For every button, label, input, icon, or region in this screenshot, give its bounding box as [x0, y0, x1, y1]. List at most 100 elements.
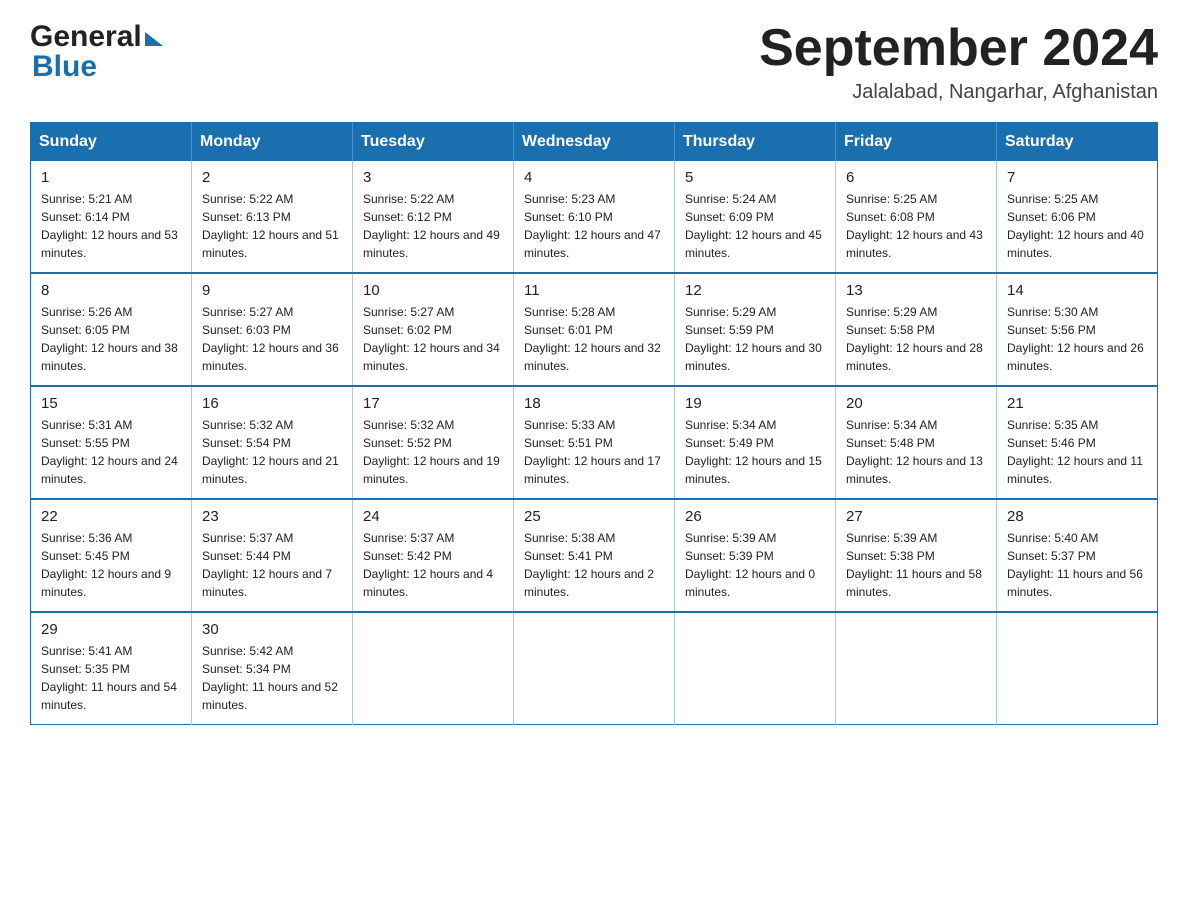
day-number: 1	[41, 169, 181, 186]
calendar-day-cell: 25 Sunrise: 5:38 AMSunset: 5:41 PMDaylig…	[514, 499, 675, 612]
weekday-header-thursday: Thursday	[675, 123, 836, 162]
calendar-week-row: 29 Sunrise: 5:41 AMSunset: 5:35 PMDaylig…	[31, 612, 1158, 725]
weekday-header-friday: Friday	[836, 123, 997, 162]
calendar-day-cell: 1 Sunrise: 5:21 AMSunset: 6:14 PMDayligh…	[31, 161, 192, 273]
calendar-day-cell	[997, 612, 1158, 725]
calendar-day-cell: 7 Sunrise: 5:25 AMSunset: 6:06 PMDayligh…	[997, 161, 1158, 273]
calendar-day-cell: 27 Sunrise: 5:39 AMSunset: 5:38 PMDaylig…	[836, 499, 997, 612]
day-info: Sunrise: 5:26 AMSunset: 6:05 PMDaylight:…	[41, 303, 181, 375]
day-number: 25	[524, 508, 664, 525]
day-number: 29	[41, 621, 181, 638]
logo: General Blue	[30, 20, 163, 84]
day-number: 24	[363, 508, 503, 525]
day-number: 19	[685, 395, 825, 412]
day-info: Sunrise: 5:34 AMSunset: 5:48 PMDaylight:…	[846, 416, 986, 488]
day-number: 8	[41, 282, 181, 299]
day-info: Sunrise: 5:30 AMSunset: 5:56 PMDaylight:…	[1007, 303, 1147, 375]
day-info: Sunrise: 5:35 AMSunset: 5:46 PMDaylight:…	[1007, 416, 1147, 488]
day-number: 16	[202, 395, 342, 412]
day-number: 7	[1007, 169, 1147, 186]
weekday-header-tuesday: Tuesday	[353, 123, 514, 162]
logo-arrow-icon	[145, 32, 163, 46]
day-info: Sunrise: 5:27 AMSunset: 6:02 PMDaylight:…	[363, 303, 503, 375]
day-info: Sunrise: 5:36 AMSunset: 5:45 PMDaylight:…	[41, 529, 181, 601]
day-number: 4	[524, 169, 664, 186]
day-number: 5	[685, 169, 825, 186]
logo-blue-text: Blue	[30, 50, 163, 84]
calendar-day-cell: 11 Sunrise: 5:28 AMSunset: 6:01 PMDaylig…	[514, 273, 675, 386]
day-number: 17	[363, 395, 503, 412]
page-header: General Blue September 2024 Jalalabad, N…	[30, 20, 1158, 104]
day-info: Sunrise: 5:29 AMSunset: 5:58 PMDaylight:…	[846, 303, 986, 375]
calendar-day-cell: 21 Sunrise: 5:35 AMSunset: 5:46 PMDaylig…	[997, 386, 1158, 499]
day-info: Sunrise: 5:39 AMSunset: 5:38 PMDaylight:…	[846, 529, 986, 601]
calendar-day-cell	[675, 612, 836, 725]
day-info: Sunrise: 5:40 AMSunset: 5:37 PMDaylight:…	[1007, 529, 1147, 601]
day-info: Sunrise: 5:27 AMSunset: 6:03 PMDaylight:…	[202, 303, 342, 375]
day-number: 18	[524, 395, 664, 412]
day-info: Sunrise: 5:33 AMSunset: 5:51 PMDaylight:…	[524, 416, 664, 488]
day-number: 12	[685, 282, 825, 299]
day-number: 11	[524, 282, 664, 299]
day-number: 6	[846, 169, 986, 186]
weekday-header-sunday: Sunday	[31, 123, 192, 162]
day-number: 28	[1007, 508, 1147, 525]
logo-general-text: General	[30, 20, 142, 54]
day-info: Sunrise: 5:24 AMSunset: 6:09 PMDaylight:…	[685, 190, 825, 262]
day-info: Sunrise: 5:34 AMSunset: 5:49 PMDaylight:…	[685, 416, 825, 488]
day-info: Sunrise: 5:23 AMSunset: 6:10 PMDaylight:…	[524, 190, 664, 262]
calendar-day-cell: 24 Sunrise: 5:37 AMSunset: 5:42 PMDaylig…	[353, 499, 514, 612]
calendar-day-cell	[353, 612, 514, 725]
calendar-day-cell: 8 Sunrise: 5:26 AMSunset: 6:05 PMDayligh…	[31, 273, 192, 386]
calendar-day-cell: 4 Sunrise: 5:23 AMSunset: 6:10 PMDayligh…	[514, 161, 675, 273]
calendar-day-cell: 5 Sunrise: 5:24 AMSunset: 6:09 PMDayligh…	[675, 161, 836, 273]
title-block: September 2024 Jalalabad, Nangarhar, Afg…	[759, 20, 1158, 104]
calendar-day-cell: 26 Sunrise: 5:39 AMSunset: 5:39 PMDaylig…	[675, 499, 836, 612]
calendar-day-cell	[836, 612, 997, 725]
day-info: Sunrise: 5:22 AMSunset: 6:12 PMDaylight:…	[363, 190, 503, 262]
day-number: 3	[363, 169, 503, 186]
weekday-header-monday: Monday	[192, 123, 353, 162]
calendar-day-cell: 16 Sunrise: 5:32 AMSunset: 5:54 PMDaylig…	[192, 386, 353, 499]
calendar-day-cell	[514, 612, 675, 725]
calendar-day-cell: 6 Sunrise: 5:25 AMSunset: 6:08 PMDayligh…	[836, 161, 997, 273]
calendar-week-row: 15 Sunrise: 5:31 AMSunset: 5:55 PMDaylig…	[31, 386, 1158, 499]
day-number: 9	[202, 282, 342, 299]
day-number: 20	[846, 395, 986, 412]
day-number: 23	[202, 508, 342, 525]
day-info: Sunrise: 5:21 AMSunset: 6:14 PMDaylight:…	[41, 190, 181, 262]
day-number: 15	[41, 395, 181, 412]
location-title: Jalalabad, Nangarhar, Afghanistan	[759, 81, 1158, 104]
calendar-day-cell: 30 Sunrise: 5:42 AMSunset: 5:34 PMDaylig…	[192, 612, 353, 725]
day-number: 21	[1007, 395, 1147, 412]
calendar-day-cell: 9 Sunrise: 5:27 AMSunset: 6:03 PMDayligh…	[192, 273, 353, 386]
day-number: 30	[202, 621, 342, 638]
calendar-week-row: 8 Sunrise: 5:26 AMSunset: 6:05 PMDayligh…	[31, 273, 1158, 386]
day-number: 27	[846, 508, 986, 525]
calendar-day-cell: 20 Sunrise: 5:34 AMSunset: 5:48 PMDaylig…	[836, 386, 997, 499]
day-info: Sunrise: 5:39 AMSunset: 5:39 PMDaylight:…	[685, 529, 825, 601]
calendar-day-cell: 3 Sunrise: 5:22 AMSunset: 6:12 PMDayligh…	[353, 161, 514, 273]
calendar-day-cell: 29 Sunrise: 5:41 AMSunset: 5:35 PMDaylig…	[31, 612, 192, 725]
day-number: 2	[202, 169, 342, 186]
day-info: Sunrise: 5:41 AMSunset: 5:35 PMDaylight:…	[41, 642, 181, 714]
calendar-day-cell: 2 Sunrise: 5:22 AMSunset: 6:13 PMDayligh…	[192, 161, 353, 273]
day-info: Sunrise: 5:31 AMSunset: 5:55 PMDaylight:…	[41, 416, 181, 488]
calendar-day-cell: 15 Sunrise: 5:31 AMSunset: 5:55 PMDaylig…	[31, 386, 192, 499]
calendar-day-cell: 10 Sunrise: 5:27 AMSunset: 6:02 PMDaylig…	[353, 273, 514, 386]
calendar-header-row: SundayMondayTuesdayWednesdayThursdayFrid…	[31, 123, 1158, 162]
month-title: September 2024	[759, 20, 1158, 77]
day-info: Sunrise: 5:29 AMSunset: 5:59 PMDaylight:…	[685, 303, 825, 375]
day-number: 22	[41, 508, 181, 525]
day-info: Sunrise: 5:37 AMSunset: 5:42 PMDaylight:…	[363, 529, 503, 601]
day-number: 10	[363, 282, 503, 299]
weekday-header-wednesday: Wednesday	[514, 123, 675, 162]
calendar-day-cell: 17 Sunrise: 5:32 AMSunset: 5:52 PMDaylig…	[353, 386, 514, 499]
day-info: Sunrise: 5:38 AMSunset: 5:41 PMDaylight:…	[524, 529, 664, 601]
calendar-day-cell: 28 Sunrise: 5:40 AMSunset: 5:37 PMDaylig…	[997, 499, 1158, 612]
day-info: Sunrise: 5:37 AMSunset: 5:44 PMDaylight:…	[202, 529, 342, 601]
calendar-day-cell: 23 Sunrise: 5:37 AMSunset: 5:44 PMDaylig…	[192, 499, 353, 612]
day-info: Sunrise: 5:32 AMSunset: 5:52 PMDaylight:…	[363, 416, 503, 488]
calendar-day-cell: 12 Sunrise: 5:29 AMSunset: 5:59 PMDaylig…	[675, 273, 836, 386]
day-info: Sunrise: 5:42 AMSunset: 5:34 PMDaylight:…	[202, 642, 342, 714]
